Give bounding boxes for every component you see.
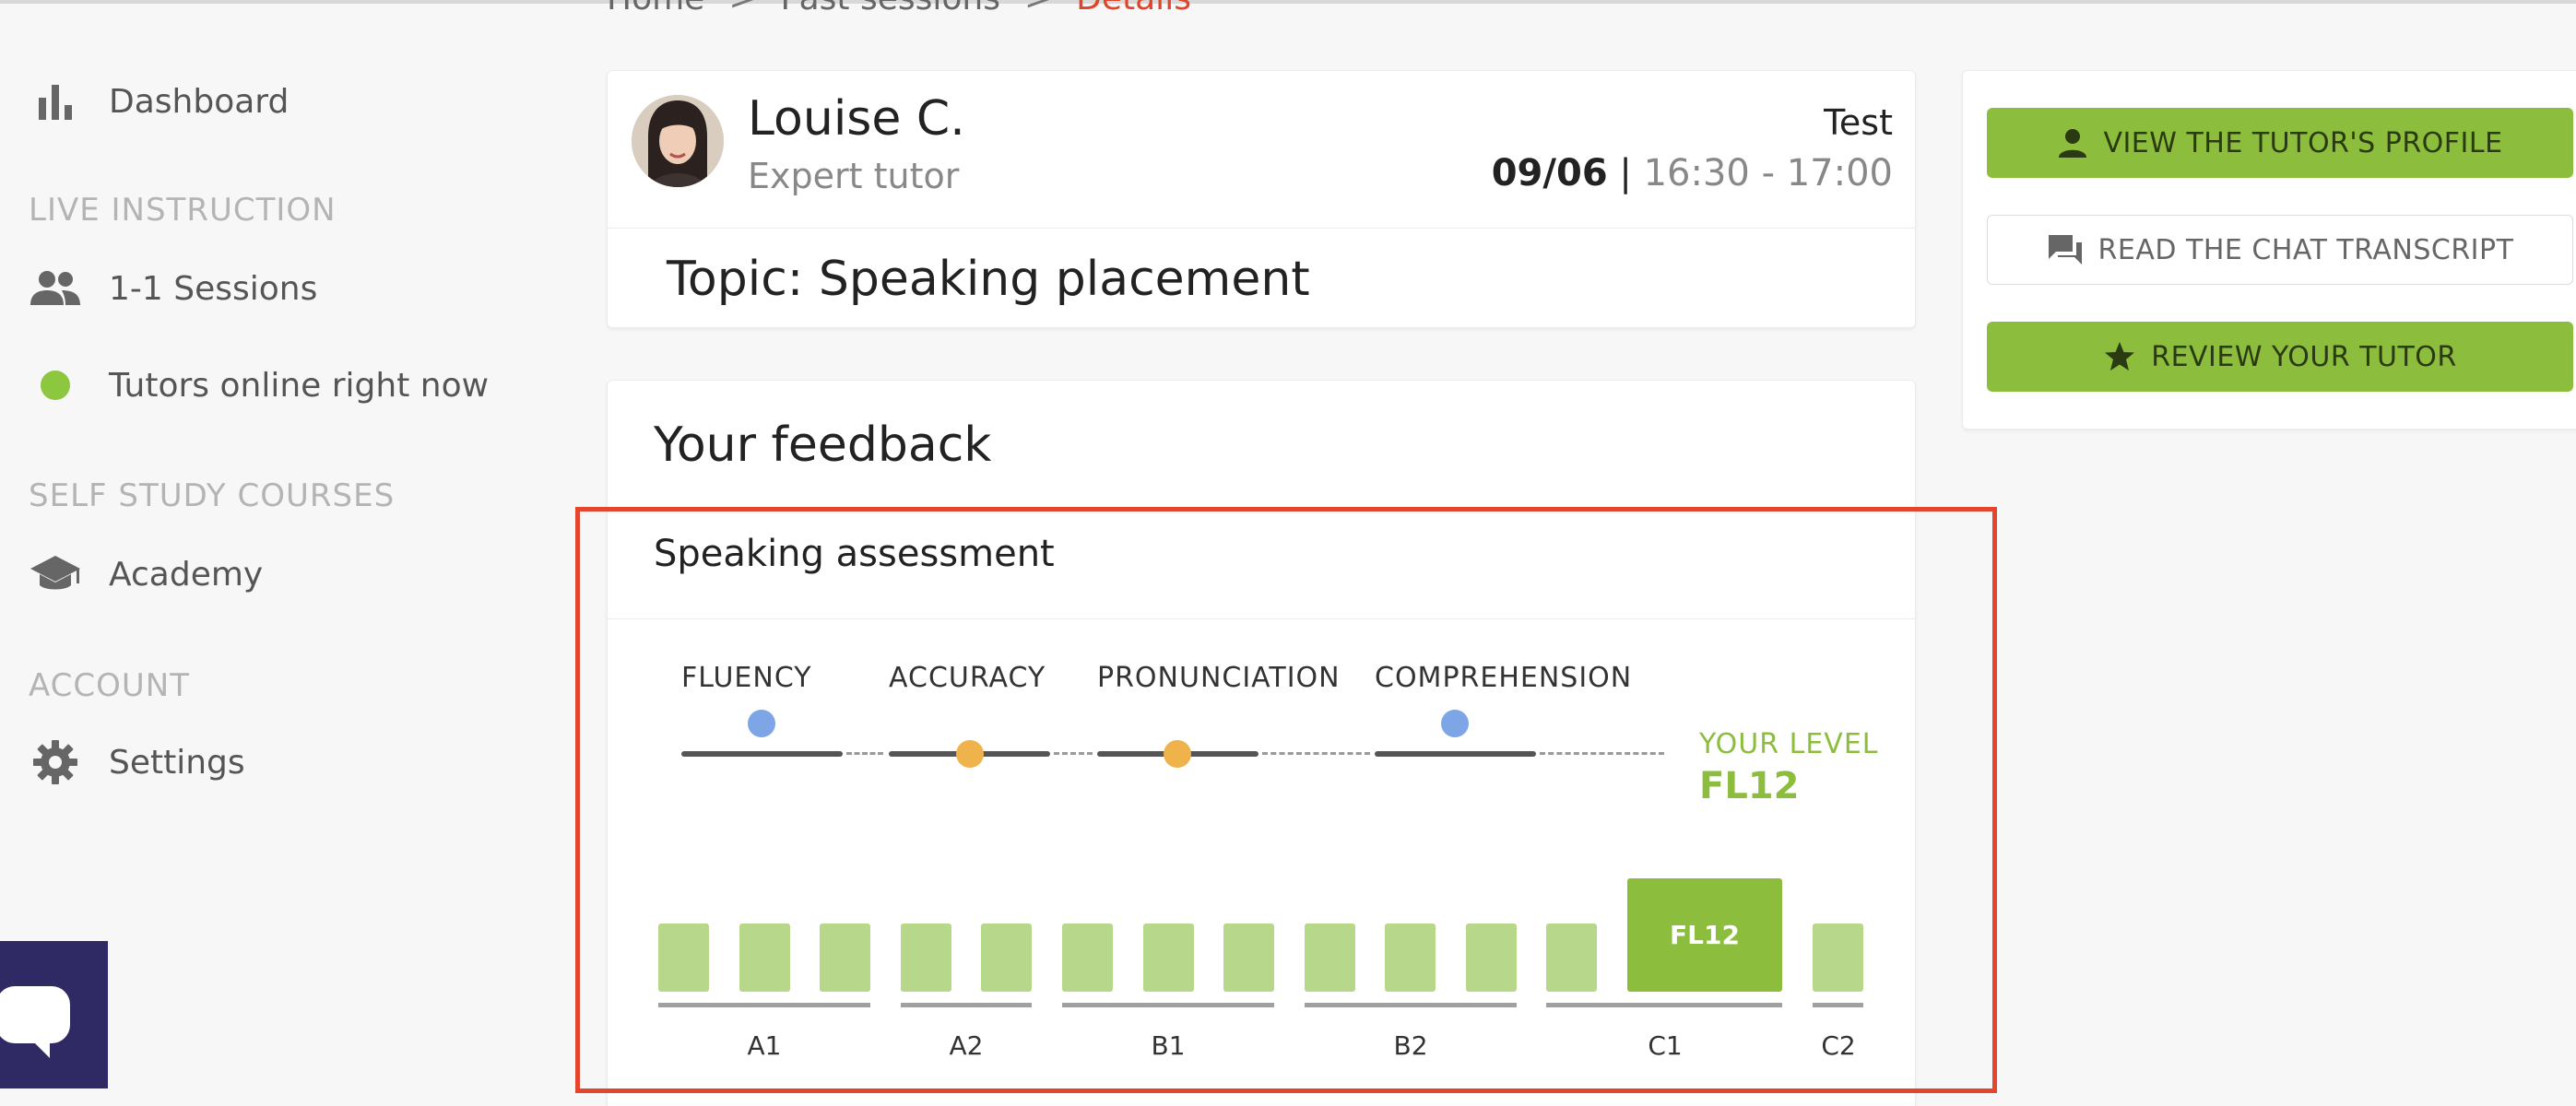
your-level-value: FL12	[1699, 765, 1800, 807]
level-group-line	[1813, 1003, 1863, 1007]
level-bar	[1813, 924, 1863, 992]
skill-track-fluency	[681, 751, 843, 757]
level-group-line	[1305, 1003, 1517, 1007]
star-icon	[2103, 340, 2136, 373]
breadcrumb-home[interactable]: Home	[607, 0, 704, 18]
avatar[interactable]	[632, 95, 724, 187]
session-topic: Topic: Speaking placement	[667, 252, 1310, 307]
section-title-account: ACCOUNT	[29, 667, 190, 704]
skill-label-fluency: FLUENCY	[681, 662, 812, 694]
assessment-title: Speaking assessment	[654, 533, 1055, 575]
skill-label-accuracy: ACCURACY	[889, 662, 1046, 694]
level-bar	[658, 924, 709, 992]
sidebar-item-sessions[interactable]: 1-1 Sessions	[28, 261, 317, 316]
section-title-live-instruction: LIVE INSTRUCTION	[29, 192, 337, 229]
sidebar-item-settings[interactable]: Settings	[28, 735, 245, 790]
skill-marker-fluency	[748, 710, 775, 737]
sidebar: Dashboard LIVE INSTRUCTION 1-1 Sessions …	[0, 0, 572, 1106]
graduation-cap-icon	[28, 547, 83, 602]
skill-track-connector	[1262, 752, 1370, 755]
gear-icon	[28, 735, 83, 790]
button-label: VIEW THE TUTOR'S PROFILE	[2103, 126, 2503, 159]
level-label-b2: B2	[1393, 1030, 1428, 1061]
level-group-line	[1062, 1003, 1274, 1007]
your-level-label: YOUR LEVEL	[1699, 728, 1879, 760]
level-bar	[981, 924, 1032, 992]
breadcrumb-past-sessions[interactable]: Past sessions	[780, 0, 999, 18]
review-tutor-button[interactable]: REVIEW YOUR TUTOR	[1987, 322, 2573, 392]
skill-track-connector	[1540, 752, 1664, 755]
level-group-line	[901, 1003, 1032, 1007]
level-bar	[1385, 924, 1436, 992]
level-bar	[901, 924, 951, 992]
bar-chart-icon	[28, 74, 83, 129]
skill-label-pronunciation: PRONUNCIATION	[1097, 662, 1341, 694]
session-datetime: 09/06 | 16:30 - 17:00	[1492, 152, 1893, 194]
level-bar	[820, 924, 870, 992]
session-date: 09/06	[1491, 152, 1608, 194]
skill-label-comprehension: COMPREHENSION	[1375, 662, 1633, 694]
level-bar	[1305, 924, 1355, 992]
sidebar-item-academy[interactable]: Academy	[28, 547, 263, 602]
level-group-line	[1546, 1003, 1782, 1007]
current-level-bar: FL12	[1627, 878, 1782, 992]
breadcrumb-current: Details	[1076, 0, 1191, 18]
skill-track-connector	[1054, 752, 1093, 755]
feedback-title: Your feedback	[654, 418, 992, 473]
tutor-name: Louise C.	[748, 91, 965, 147]
level-bar	[1223, 924, 1274, 992]
chat-icon	[2047, 233, 2084, 266]
level-label-a2: A2	[949, 1030, 984, 1061]
divider	[608, 228, 1915, 229]
tutor-card: Louise C. Expert tutor Test 09/06 | 16:3…	[607, 70, 1916, 328]
sidebar-item-label: Dashboard	[109, 82, 290, 121]
read-chat-transcript-button[interactable]: READ THE CHAT TRANSCRIPT	[1987, 215, 2573, 285]
breadcrumb: Home > Past sessions > Details	[607, 0, 1191, 18]
level-group-line	[658, 1003, 870, 1007]
sidebar-item-label: Settings	[109, 743, 245, 782]
divider	[608, 510, 1915, 511]
breadcrumb-separator: >	[1024, 0, 1052, 18]
datetime-separator: |	[1619, 152, 1632, 194]
sidebar-item-dashboard[interactable]: Dashboard	[28, 74, 289, 129]
level-label-c2: C2	[1821, 1030, 1856, 1061]
session-time: 16:30 - 17:00	[1643, 152, 1893, 194]
level-label-a1: A1	[747, 1030, 782, 1061]
skill-track-comprehension	[1375, 751, 1536, 757]
level-label-b1: B1	[1151, 1030, 1186, 1061]
online-status-icon	[28, 358, 83, 413]
tutor-role: Expert tutor	[748, 156, 960, 196]
actions-card: VIEW THE TUTOR'S PROFILE READ THE CHAT T…	[1962, 70, 2576, 429]
chat-widget-button[interactable]	[0, 941, 108, 1088]
chat-bubble-icon	[0, 986, 70, 1058]
sidebar-item-label: 1-1 Sessions	[109, 269, 318, 308]
skill-marker-comprehension	[1441, 710, 1469, 737]
skill-marker-pronunciation	[1164, 740, 1191, 768]
level-bar	[1143, 924, 1194, 992]
button-label: REVIEW YOUR TUTOR	[2151, 340, 2457, 373]
person-icon	[2057, 127, 2088, 159]
sidebar-item-label: Academy	[109, 555, 264, 594]
level-bar	[1546, 924, 1597, 992]
sidebar-item-label: Tutors online right now	[109, 366, 490, 405]
button-label: READ THE CHAT TRANSCRIPT	[2097, 233, 2514, 266]
level-bar	[1062, 924, 1113, 992]
level-label-c1: C1	[1648, 1030, 1683, 1061]
session-type: Test	[1824, 102, 1893, 143]
sidebar-item-tutors-online[interactable]: Tutors online right now	[28, 358, 489, 413]
breadcrumb-separator: >	[728, 0, 756, 18]
level-bar	[739, 924, 790, 992]
people-icon	[28, 261, 83, 316]
skill-track-connector	[846, 752, 883, 755]
section-title-self-study: SELF STUDY COURSES	[29, 477, 396, 514]
level-bar	[1466, 924, 1517, 992]
view-tutor-profile-button[interactable]: VIEW THE TUTOR'S PROFILE	[1987, 108, 2573, 178]
skill-marker-accuracy	[956, 740, 984, 768]
divider	[608, 618, 1915, 619]
